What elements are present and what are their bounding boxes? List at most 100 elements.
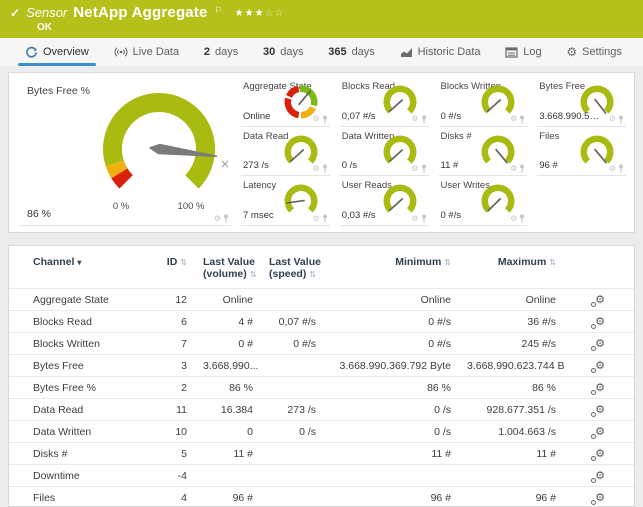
gauge-value: 0 #/s: [441, 210, 462, 221]
cell-max: 96 #: [459, 487, 564, 507]
gauge-cell-blocks-written[interactable]: Blocks Written0 #/s⚙: [439, 77, 528, 127]
gauge-value: 3.668.990.537.728 …: [539, 111, 603, 122]
channel-settings-gear-icon[interactable]: ⚙: [595, 471, 605, 482]
channel-settings-gear-icon[interactable]: ⚙: [595, 383, 605, 394]
gauge-settings-gear-icon[interactable]: ⚙: [510, 115, 517, 123]
channel-row-bytes-free: Bytes Free33.668.990...3.668.990.369.792…: [9, 355, 635, 377]
gauge-cell-disks[interactable]: Disks #11 #⚙: [439, 127, 528, 177]
gauge-cell-user-writes[interactable]: User Writes0 #/s⚙: [439, 176, 528, 226]
tab-2-days[interactable]: 2days: [199, 38, 243, 66]
gauge-settings-gear-icon[interactable]: ⚙: [510, 165, 517, 173]
gauge-cell-latency[interactable]: Latency7 msec⚙: [241, 176, 330, 226]
gauge-pin-icon[interactable]: [519, 115, 525, 124]
gauge-settings-gear-icon[interactable]: ⚙: [411, 165, 418, 173]
gauge-cell-user-reads[interactable]: User Reads0,03 #/s⚙: [340, 176, 429, 226]
tab-30-days[interactable]: 30days: [258, 38, 309, 66]
channel-settings-gear-icon[interactable]: ⚙: [595, 405, 605, 416]
gauge-pin-icon[interactable]: [322, 164, 328, 173]
tab-overview[interactable]: Overview: [20, 38, 94, 66]
channel-settings-gear-icon[interactable]: ⚙: [595, 339, 605, 350]
tab-label: days: [352, 46, 375, 58]
gauge-pin-icon[interactable]: [421, 214, 427, 223]
tab-log[interactable]: Log: [500, 38, 546, 66]
column-label: Channel: [33, 256, 74, 268]
object-kind-label: Sensor: [26, 5, 67, 20]
gauge-settings-gear-icon[interactable]: ⚙: [313, 115, 320, 123]
gauge-settings-gear-icon[interactable]: ⚙: [609, 165, 616, 173]
column-header-channel[interactable]: Channel▾: [9, 246, 149, 289]
column-header-volume[interactable]: Last Value(volume)⇅: [195, 246, 261, 289]
channel-row-files: Files496 #96 #96 #⚙: [9, 487, 635, 507]
column-header-speed[interactable]: Last Value(speed)⇅: [261, 246, 324, 289]
gauge-settings-gear-icon[interactable]: ⚙: [609, 115, 616, 123]
channel-settings-gear-icon[interactable]: ⚙: [595, 449, 605, 460]
tab-label: Settings: [582, 46, 622, 58]
tab-365-days[interactable]: 365days: [323, 38, 380, 66]
sensor-title: NetApp Aggregate: [73, 5, 207, 20]
sort-toggle-icon[interactable]: ⇅: [444, 258, 451, 267]
gauge-pin-icon[interactable]: [519, 164, 525, 173]
gauge-cell-data-written[interactable]: Data Written0 /s⚙: [340, 127, 429, 177]
channel-settings-gear-icon[interactable]: ⚙: [595, 427, 605, 438]
main-gauge-min-label: 0 %: [101, 201, 141, 212]
gauge-cell-bytes-free[interactable]: Bytes Free3.668.990.537.728 …⚙: [537, 77, 626, 127]
tab-bar: Overview Live Data 2days 30days 365days Histo…: [0, 38, 643, 66]
cell-min: 0 /s: [324, 399, 459, 421]
gauge-cell-data-read[interactable]: Data Read273 /s⚙: [241, 127, 330, 177]
gauge-settings-gear-icon[interactable]: ⚙: [313, 165, 320, 173]
gauge-title: Latency: [243, 180, 276, 191]
cell-channel: Disks #: [9, 443, 149, 465]
sort-toggle-icon[interactable]: ⇅: [549, 258, 556, 267]
cell-id: -4: [149, 465, 195, 487]
gauge-value: 0,03 #/s: [342, 210, 376, 221]
sort-toggle-icon[interactable]: ⇅: [250, 270, 257, 279]
stars-filled[interactable]: ★★★: [235, 8, 265, 19]
channel-settings-gear-icon[interactable]: ⚙: [595, 295, 605, 306]
cell-max: 245 #/s: [459, 333, 564, 355]
tab-live-data[interactable]: Live Data: [109, 38, 184, 66]
cell-speed: [261, 289, 324, 311]
sort-toggle-icon[interactable]: ⇅: [180, 258, 187, 267]
sort-desc-icon[interactable]: ▾: [77, 258, 81, 267]
gauge-settings-gear-icon[interactable]: ⚙: [313, 215, 320, 223]
gauge-actions: ⚙: [411, 115, 426, 124]
cell-max: Online: [459, 289, 564, 311]
main-gauge-cell[interactable]: Bytes Free % 0 % 100 % 86 % ⚙: [19, 77, 231, 226]
gauge-actions: ⚙: [510, 164, 525, 173]
cell-min: 11 #: [324, 443, 459, 465]
gauge-settings-gear-icon[interactable]: ⚙: [411, 215, 418, 223]
gauge-pin-icon[interactable]: [421, 164, 427, 173]
gauge-cell-files[interactable]: Files96 #⚙: [537, 127, 626, 177]
gauge-value: Online: [243, 111, 270, 122]
gauge-pin-icon[interactable]: [618, 115, 624, 124]
gauge-pin-icon[interactable]: [519, 214, 525, 223]
gauge-value: 0,07 #/s: [342, 111, 376, 122]
gauge-pin-icon[interactable]: [322, 214, 328, 223]
sensor-header: ✓ Sensor NetApp Aggregate ⚐ ★★★☆☆ OK: [0, 0, 643, 38]
priority-stars[interactable]: ★★★☆☆: [235, 6, 285, 21]
gauge-pin-icon[interactable]: [223, 214, 229, 223]
stars-empty[interactable]: ☆☆: [265, 8, 285, 19]
gauge-pin-icon[interactable]: [322, 115, 328, 124]
cell-max: 36 #/s: [459, 311, 564, 333]
column-header-max[interactable]: Maximum⇅: [459, 246, 564, 289]
gauge-settings-gear-icon[interactable]: ⚙: [510, 215, 517, 223]
gauge-settings-gear-icon[interactable]: ⚙: [214, 215, 221, 223]
gauge-pin-icon[interactable]: [618, 164, 624, 173]
gauge-pin-icon[interactable]: [421, 115, 427, 124]
channel-settings-gear-icon[interactable]: ⚙: [595, 317, 605, 328]
cell-channel: Downtime: [9, 465, 149, 487]
column-header-min[interactable]: Minimum⇅: [324, 246, 459, 289]
column-header-id[interactable]: ID⇅: [149, 246, 195, 289]
flag-icon[interactable]: ⚐: [215, 3, 223, 18]
gauge-cell-blocks-read[interactable]: Blocks Read0,07 #/s⚙: [340, 77, 429, 127]
tab-historic-data[interactable]: Historic Data: [395, 38, 486, 66]
tab-settings[interactable]: ⚙Settings: [561, 38, 627, 66]
sort-toggle-icon[interactable]: ⇅: [309, 270, 316, 279]
channel-settings-gear-icon[interactable]: ⚙: [595, 493, 605, 504]
gauge-settings-gear-icon[interactable]: ⚙: [411, 115, 418, 123]
channel-settings-gear-icon[interactable]: ⚙: [595, 361, 605, 372]
cell-min: 96 #: [324, 487, 459, 507]
cell-max: 1.004.663 /s: [459, 421, 564, 443]
gauge-cell-aggregate-state[interactable]: Aggregate StateOnline⚙: [241, 77, 330, 127]
